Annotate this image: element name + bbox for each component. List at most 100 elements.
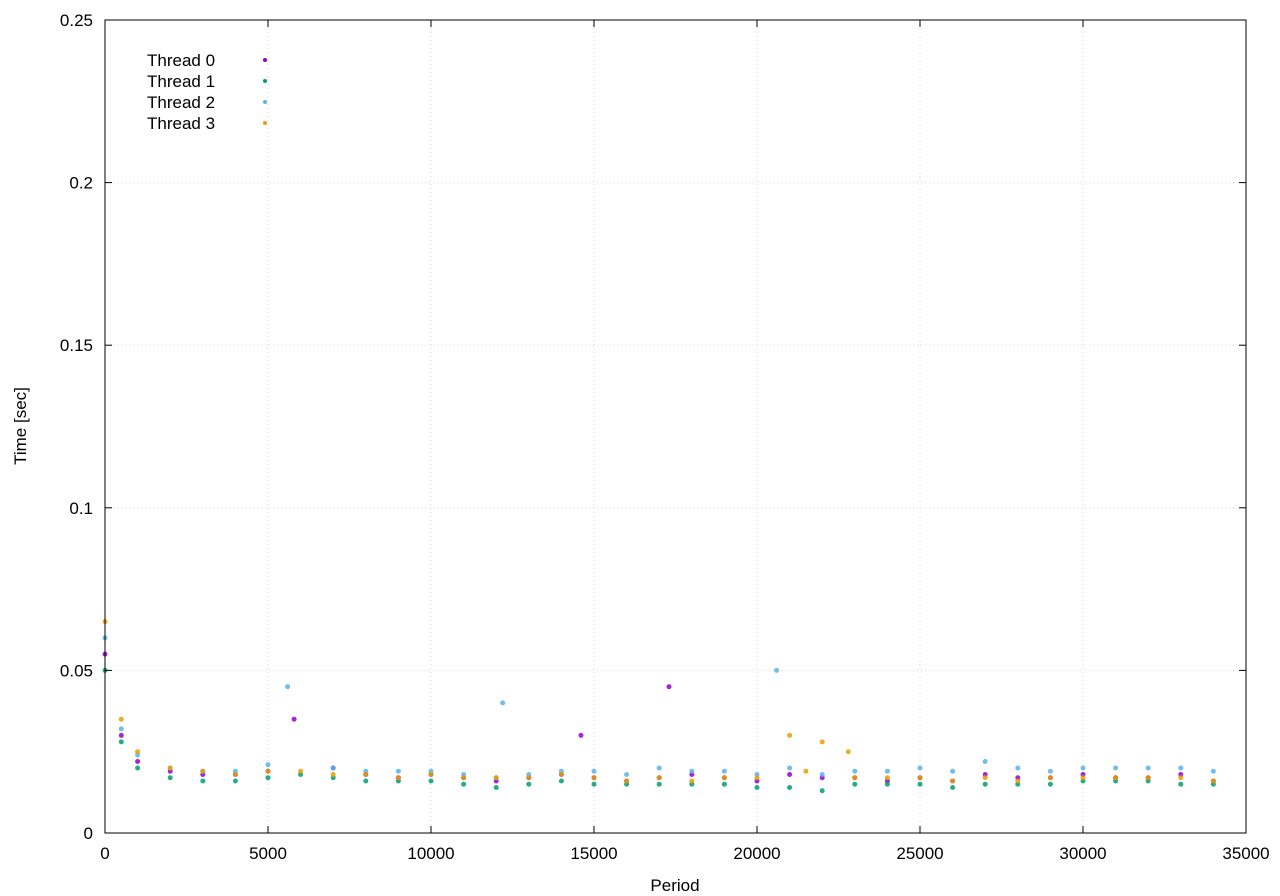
data-point bbox=[1145, 775, 1151, 781]
data-point bbox=[884, 781, 890, 787]
data-point bbox=[118, 739, 124, 745]
data-point bbox=[721, 775, 727, 781]
data-points bbox=[102, 619, 1216, 794]
data-point bbox=[526, 781, 532, 787]
data-point bbox=[200, 778, 206, 784]
series-3 bbox=[102, 619, 1216, 784]
data-point bbox=[118, 726, 124, 732]
data-point bbox=[395, 768, 401, 774]
data-point bbox=[754, 785, 760, 790]
data-point bbox=[1113, 765, 1119, 771]
legend: Thread 0 Thread 1 Thread 2 Thread 3 bbox=[147, 51, 267, 133]
data-point bbox=[819, 739, 825, 745]
data-point bbox=[265, 768, 271, 774]
y-tick-label: 0.25 bbox=[60, 11, 93, 30]
data-point bbox=[1210, 768, 1216, 774]
series-1 bbox=[102, 667, 1216, 794]
legend-marker bbox=[263, 121, 267, 125]
data-point bbox=[656, 775, 662, 781]
data-point bbox=[950, 778, 956, 784]
y-tick-label: 0 bbox=[84, 824, 93, 843]
data-point bbox=[363, 772, 369, 777]
data-point bbox=[787, 785, 793, 790]
data-point bbox=[200, 768, 206, 774]
data-point bbox=[118, 732, 124, 738]
legend-label: Thread 3 bbox=[147, 114, 215, 133]
data-point bbox=[558, 772, 564, 777]
data-point bbox=[298, 768, 304, 774]
data-point bbox=[721, 768, 727, 774]
data-point bbox=[1113, 775, 1119, 781]
data-point bbox=[787, 765, 793, 771]
data-point bbox=[461, 775, 467, 781]
data-point bbox=[395, 775, 401, 781]
x-tick-label: 35000 bbox=[1222, 844, 1269, 863]
data-point bbox=[591, 775, 597, 781]
data-point bbox=[1080, 765, 1086, 771]
data-point bbox=[291, 716, 297, 722]
data-point bbox=[1210, 778, 1216, 784]
legend-label: Thread 1 bbox=[147, 72, 215, 91]
data-point bbox=[884, 775, 890, 781]
data-point bbox=[1145, 765, 1151, 771]
y-tick-label: 0.1 bbox=[69, 499, 93, 518]
x-tick-label: 30000 bbox=[1059, 844, 1106, 863]
data-point bbox=[852, 775, 858, 781]
scatter-chart: 0 5000 10000 15000 20000 25000 30000 35000 0 0.05… bbox=[11, 11, 1270, 895]
data-point bbox=[1047, 775, 1053, 781]
plot-frame bbox=[104, 19, 1247, 834]
data-point bbox=[803, 768, 809, 774]
data-point bbox=[624, 772, 630, 777]
data-point bbox=[754, 775, 760, 781]
data-point bbox=[721, 781, 727, 787]
data-point bbox=[1178, 765, 1184, 771]
legend-marker bbox=[263, 100, 267, 104]
y-axis-title: Time [sec] bbox=[11, 387, 30, 465]
x-tick-label: 15000 bbox=[570, 844, 617, 863]
legend-label: Thread 2 bbox=[147, 93, 215, 112]
data-point bbox=[428, 778, 434, 784]
data-point bbox=[982, 759, 988, 764]
data-point bbox=[167, 775, 173, 781]
data-point bbox=[917, 781, 923, 787]
data-point bbox=[526, 775, 532, 781]
data-point bbox=[232, 772, 238, 777]
data-point bbox=[917, 765, 923, 771]
data-point bbox=[689, 778, 695, 784]
data-point bbox=[1080, 775, 1086, 781]
data-point bbox=[558, 778, 564, 784]
data-point bbox=[232, 778, 238, 784]
data-point bbox=[689, 768, 695, 774]
data-point bbox=[135, 765, 141, 771]
data-point bbox=[1015, 778, 1021, 784]
data-point bbox=[845, 749, 851, 755]
data-point bbox=[493, 785, 499, 790]
axis-ticks: 0 5000 10000 15000 20000 25000 30000 35000 0 0.05… bbox=[60, 11, 1270, 863]
data-point bbox=[852, 768, 858, 774]
data-point bbox=[1047, 768, 1053, 774]
data-point bbox=[363, 778, 369, 784]
data-point bbox=[578, 732, 584, 738]
data-point bbox=[461, 781, 467, 787]
data-point bbox=[774, 667, 780, 673]
legend-marker bbox=[263, 79, 267, 83]
y-tick-label: 0.2 bbox=[69, 174, 93, 193]
data-point bbox=[330, 772, 336, 777]
data-point bbox=[265, 762, 271, 768]
data-point bbox=[656, 781, 662, 787]
data-point bbox=[884, 768, 890, 774]
data-point bbox=[428, 772, 434, 777]
data-point bbox=[950, 768, 956, 774]
data-point bbox=[624, 778, 630, 784]
data-point bbox=[819, 788, 825, 794]
data-point bbox=[1047, 781, 1053, 787]
x-tick-label: 20000 bbox=[733, 844, 780, 863]
data-point bbox=[1015, 765, 1021, 771]
grid-lines bbox=[105, 20, 1246, 833]
data-point bbox=[591, 781, 597, 787]
legend-label: Thread 0 bbox=[147, 51, 215, 70]
data-point bbox=[1178, 775, 1184, 781]
data-point bbox=[167, 765, 173, 771]
data-point bbox=[500, 700, 506, 706]
data-point bbox=[787, 732, 793, 738]
